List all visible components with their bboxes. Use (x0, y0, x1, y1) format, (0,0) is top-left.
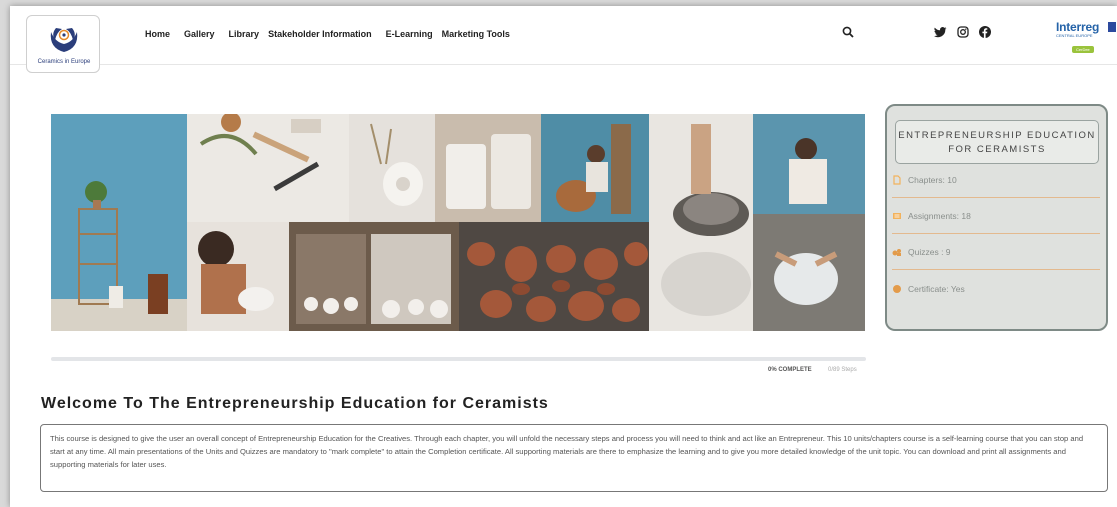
nav-marketing-tools[interactable]: Marketing Tools (442, 29, 510, 39)
quiz-icon (892, 249, 901, 256)
page: Ceramics in Europe Home Gallery Library … (10, 6, 1117, 507)
search-icon[interactable] (842, 26, 854, 38)
nav-stakeholder-information[interactable]: Stakeholder Information (268, 29, 372, 39)
course-assignments: Assignments: 18 (892, 206, 1100, 226)
course-certificate: Certificate: Yes (892, 279, 1100, 299)
nav-e-learning[interactable]: E-Learning (386, 29, 433, 39)
nav-home[interactable]: Home (145, 29, 170, 39)
course-progress-bar (51, 357, 866, 361)
page-title: Welcome To The Entrepreneurship Educatio… (41, 395, 549, 412)
chapters-label: Chapters: 10 (908, 175, 957, 185)
site-logo[interactable]: Ceramics in Europe (26, 15, 100, 73)
assignment-icon (893, 213, 901, 219)
progress-percent-label: 0% COMPLETE (768, 367, 812, 373)
assignments-label: Assignments: 18 (908, 211, 971, 221)
social-links (934, 26, 991, 38)
course-title-box: ENTREPRENEURSHIP EDUCATION FOR CERAMISTS (895, 120, 1099, 164)
certificate-icon (893, 285, 901, 293)
course-description: This course is designed to give the user… (40, 424, 1108, 492)
instagram-icon[interactable] (957, 26, 969, 38)
facebook-icon[interactable] (979, 26, 991, 38)
course-quizzes: Quizzes : 9 (892, 242, 1100, 262)
main-nav: Home Gallery Library Stakeholder Informa… (145, 29, 524, 39)
quizzes-label: Quizzes : 9 (908, 247, 951, 257)
site-header: Ceramics in Europe Home Gallery Library … (10, 6, 1117, 73)
eu-flag-icon (1108, 22, 1116, 32)
progress-steps-label: 0/89 Steps (828, 367, 857, 373)
ceramics-collage-image (51, 114, 865, 331)
course-chapters: Chapters: 10 (892, 170, 1100, 190)
course-banner-image (51, 114, 865, 331)
interreg-logo[interactable]: Interreg CENTRAL EUROPE CerDee (1056, 20, 1116, 60)
brand-pill: CerDee (1072, 46, 1094, 53)
certificate-label: Certificate: Yes (908, 284, 965, 294)
document-icon (893, 175, 901, 185)
course-info-card: ENTREPRENEURSHIP EDUCATION FOR CERAMISTS… (885, 104, 1108, 331)
ceramics-logo-icon (50, 28, 78, 52)
nav-library[interactable]: Library (229, 29, 260, 39)
course-title: ENTREPRENEURSHIP EDUCATION FOR CERAMISTS (898, 130, 1096, 155)
twitter-icon[interactable] (934, 26, 947, 38)
divider (892, 197, 1100, 198)
logo-text: Ceramics in Europe (37, 59, 91, 65)
brand-subtitle: CENTRAL EUROPE (1056, 33, 1093, 38)
nav-gallery[interactable]: Gallery (184, 29, 215, 39)
divider (892, 269, 1100, 270)
divider (892, 233, 1100, 234)
brand-title: Interreg (1056, 20, 1100, 34)
